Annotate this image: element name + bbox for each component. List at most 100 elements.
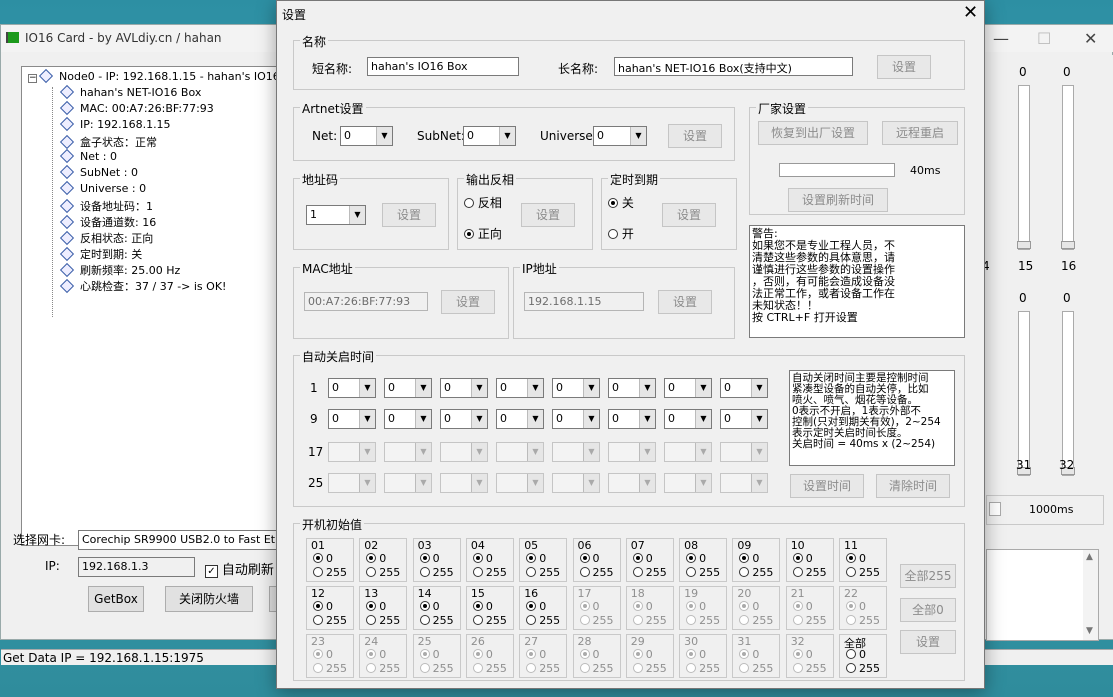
radio-icon[interactable] [579,553,590,563]
chevron-down-icon[interactable]: ▼ [415,474,431,492]
power-on-option[interactable]: 0 [313,552,333,565]
radio-icon[interactable] [313,601,323,611]
channel-slider[interactable] [1017,85,1031,250]
chevron-down-icon[interactable]: ▼ [583,410,599,428]
power-on-option[interactable]: 255 [419,662,454,675]
chevron-down-icon[interactable]: ▼ [639,443,655,461]
radio-icon[interactable] [686,663,697,673]
scroll-down-icon[interactable]: ▼ [1086,626,1093,636]
radio-icon[interactable] [472,553,483,563]
power-on-option[interactable]: 255 [526,614,560,627]
long-name-input[interactable]: hahan's NET-IO16 Box(支持中文) [614,57,853,76]
radio-icon[interactable] [579,663,590,673]
radio-icon[interactable] [419,601,430,611]
set-refresh-button[interactable]: 设置刷新时间 [788,188,888,212]
radio-icon[interactable] [686,553,697,563]
power-on-option[interactable]: 255 [579,566,614,579]
radio-icon[interactable] [632,553,643,563]
radio-icon[interactable] [366,553,377,563]
power-on-option[interactable]: 255 [632,662,667,675]
interval-track[interactable] [989,502,1001,516]
power-on-option[interactable]: 0 [792,600,813,613]
radio-icon[interactable] [472,663,483,673]
getbox-button[interactable]: GetBox [88,586,144,612]
auto-off-select[interactable]: 0 ▼ [720,378,768,398]
radio-icon[interactable] [313,649,323,659]
power-on-option[interactable]: 255 [472,662,507,675]
radio-icon[interactable] [739,601,750,611]
auto-off-select[interactable]: 0 ▼ [384,409,432,429]
power-on-option[interactable]: 0 [632,648,653,661]
auto-off-select[interactable]: 0 ▼ [608,409,656,429]
chevron-down-icon[interactable]: ▼ [695,443,711,461]
auto-off-select[interactable]: 0 ▼ [328,378,376,398]
power-on-option[interactable]: 0 [632,600,653,613]
nic-select[interactable]: Corechip SR9900 USB2.0 to Fast Ethernet [78,530,278,550]
power-on-option[interactable]: 255 [632,614,667,627]
radio-icon[interactable] [366,567,377,577]
auto-off-select[interactable]: ▼ [384,442,432,462]
power-on-option[interactable]: 255 [472,566,507,579]
chevron-down-icon[interactable]: ▼ [359,379,375,397]
invert-set-button[interactable]: 设置 [521,203,575,227]
net-select[interactable]: 0 ▼ [340,126,393,146]
chevron-down-icon[interactable]: ▼ [499,127,515,145]
chevron-down-icon[interactable]: ▼ [471,410,487,428]
device-tree[interactable]: − Node0 - IP: 192.168.1.15 - hahan's IO16… [21,66,304,546]
auto-off-select[interactable]: 0 ▼ [720,409,768,429]
timer-on-option[interactable]: 开 [608,225,634,242]
power-on-option[interactable]: 255 [472,614,507,627]
chevron-down-icon[interactable]: ▼ [349,206,365,224]
radio-icon[interactable] [472,601,483,611]
channel-slider[interactable] [1061,311,1075,476]
radio-icon[interactable] [792,601,803,611]
auto-off-select[interactable]: 0 ▼ [440,409,488,429]
power-on-option[interactable]: 0 [846,648,866,661]
radio-icon[interactable] [526,615,537,625]
radio-icon[interactable] [579,601,590,611]
set-time-button[interactable]: 设置时间 [790,474,864,498]
radio-icon[interactable] [608,229,618,239]
radio-icon[interactable] [472,567,483,577]
tree-item[interactable]: 反相状态: 正向 [59,230,153,246]
restore-factory-button[interactable]: 恢复到出厂设置 [758,121,868,145]
tree-item[interactable]: SubNet : 0 [59,164,138,180]
radio-icon[interactable] [632,649,643,659]
power-on-option[interactable]: 0 [579,552,600,565]
chevron-down-icon[interactable]: ▼ [415,379,431,397]
radio-icon[interactable] [632,567,643,577]
power-on-option[interactable]: 255 [792,566,827,579]
radio-icon[interactable] [579,567,590,577]
chevron-down-icon[interactable]: ▼ [527,474,543,492]
tree-item[interactable]: 心跳检查：37 / 37 -> is OK! [59,278,226,294]
timer-set-button[interactable]: 设置 [662,203,716,227]
chevron-down-icon[interactable]: ▼ [583,443,599,461]
power-on-option[interactable]: 255 [366,566,400,579]
name-set-button[interactable]: 设置 [877,55,931,79]
radio-icon[interactable] [686,567,697,577]
address-select[interactable]: 1 ▼ [306,205,366,225]
power-on-option[interactable]: 0 [419,600,440,613]
radio-icon[interactable] [313,663,323,673]
auto-off-select[interactable]: ▼ [440,442,488,462]
ip-set-button[interactable]: 设置 [658,290,712,314]
power-on-option[interactable]: 0 [686,552,706,565]
radio-icon[interactable] [313,553,323,563]
radio-icon[interactable] [419,567,430,577]
log-scrollbar[interactable]: ▲ ▼ [1083,550,1098,640]
radio-icon[interactable] [419,553,430,563]
chevron-down-icon[interactable]: ▼ [415,410,431,428]
radio-icon[interactable] [686,615,697,625]
radio-icon[interactable] [419,663,430,673]
tree-item[interactable]: Net : 0 [59,148,117,164]
power-on-option[interactable]: 255 [313,614,347,627]
power-on-option[interactable]: 255 [419,614,454,627]
chevron-down-icon[interactable]: ▼ [583,474,599,492]
radio-icon[interactable] [366,663,377,673]
auto-off-select[interactable]: ▼ [608,442,656,462]
auto-off-select[interactable]: ▼ [328,442,376,462]
chevron-down-icon[interactable]: ▼ [527,410,543,428]
power-on-option[interactable]: 0 [366,600,386,613]
close-icon[interactable]: ✕ [963,2,978,23]
radio-icon[interactable] [846,615,856,625]
